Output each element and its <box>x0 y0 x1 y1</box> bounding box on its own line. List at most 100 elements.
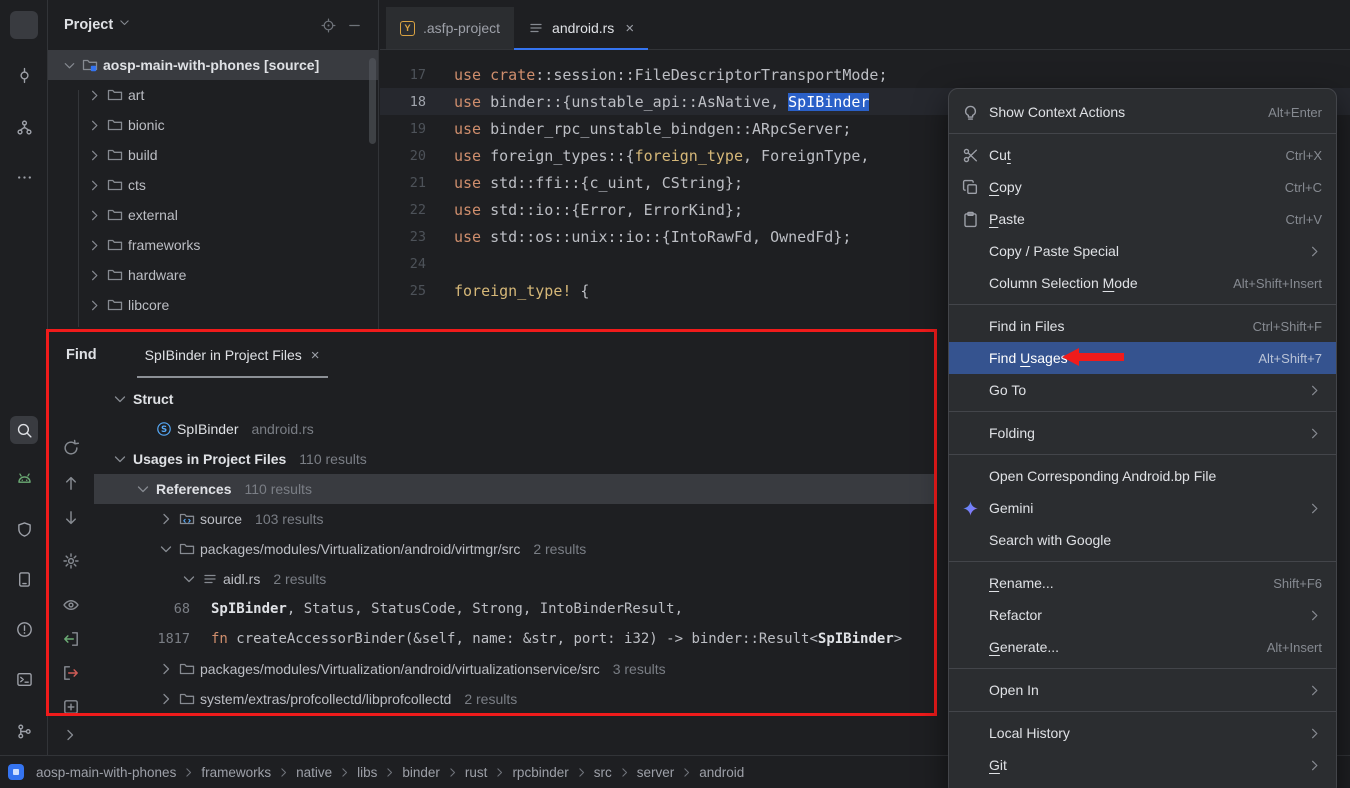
menu-item-gemini[interactable]: Gemini <box>949 492 1336 524</box>
settings-button[interactable] <box>62 552 80 570</box>
arrow-down-button[interactable] <box>62 509 80 527</box>
find-tree-item-packages-modules-virtualization-android-virtmgr-src[interactable]: packages/modules/Virtualization/android/… <box>94 534 937 564</box>
project-view-chevron[interactable] <box>118 16 131 34</box>
menu-item-rename[interactable]: Rename...Shift+F6 <box>949 567 1336 599</box>
terminal-button[interactable] <box>10 665 38 693</box>
menu-item-open-in[interactable]: Open In <box>949 674 1336 706</box>
code-line-17[interactable]: 17use crate::session::FileDescriptorTran… <box>380 61 1350 88</box>
result-count: 2 results <box>464 691 517 707</box>
project-button[interactable] <box>10 11 38 39</box>
breadcrumb-item-server[interactable]: server <box>637 765 675 780</box>
more-button[interactable] <box>10 163 38 191</box>
tree-toggle-icon[interactable] <box>135 481 151 497</box>
tab-close-button[interactable]: × <box>625 21 634 36</box>
tree-toggle-icon[interactable] <box>158 541 174 557</box>
hide-button[interactable] <box>342 13 366 37</box>
find-tree-item-spibinder[interactable]: SSpIBinderandroid.rs <box>94 414 937 444</box>
menu-item-search-with-google[interactable]: Search with Google <box>949 524 1336 556</box>
tree-toggle-icon[interactable] <box>158 691 174 707</box>
breadcrumb-item-libs[interactable]: libs <box>357 765 377 780</box>
find-tree-overflow-chevron[interactable] <box>62 727 78 743</box>
search-button[interactable] <box>10 416 38 444</box>
menu-item-open-corresponding-android-bp-file[interactable]: Open Corresponding Android.bp File <box>949 460 1336 492</box>
menu-item-find-usages[interactable]: Find UsagesAlt+Shift+7 <box>949 342 1336 374</box>
find-tree-item-system-extras-profcollectd-libprofcollectd[interactable]: system/extras/profcollectd/libprofcollec… <box>94 684 937 714</box>
project-tree-item-hardware[interactable]: hardware <box>48 260 378 290</box>
chevron-right-icon <box>62 727 78 743</box>
breadcrumb-item-frameworks[interactable]: frameworks <box>201 765 271 780</box>
project-tree-item-frameworks[interactable]: frameworks <box>48 230 378 260</box>
find-result-line-1817[interactable]: 1817fn createAccessorBinder(&self, name:… <box>94 624 937 654</box>
menu-item-column-selection-mode[interactable]: Column Selection ModeAlt+Shift+Insert <box>949 267 1336 299</box>
menu-item-copy-paste-special[interactable]: Copy / Paste Special <box>949 235 1336 267</box>
git-branch-button[interactable] <box>10 717 38 745</box>
find-tree-item-packages-modules-virtualization-android-virtualizationservice-src[interactable]: packages/modules/Virtualization/android/… <box>94 654 937 684</box>
structure-button[interactable] <box>10 113 38 141</box>
find-tree-item-references[interactable]: References110 results <box>94 474 937 504</box>
project-scrollbar[interactable] <box>369 58 376 144</box>
preview-icon <box>62 596 80 614</box>
result-line-number: 68 <box>94 601 190 617</box>
project-tree-item-aosp-main-with-phones-source[interactable]: aosp-main-with-phones [source] <box>48 50 378 80</box>
menu-item-copy[interactable]: CopyCtrl+C <box>949 171 1336 203</box>
breadcrumb-item-rust[interactable]: rust <box>465 765 488 780</box>
preview-button[interactable] <box>62 596 80 614</box>
device-manager-button[interactable] <box>10 565 38 593</box>
find-tree-item-source[interactable]: source103 results <box>94 504 937 534</box>
menu-item-refactor[interactable]: Refactor <box>949 599 1336 631</box>
menu-item-generate[interactable]: Generate...Alt+Insert <box>949 631 1336 663</box>
tree-toggle-icon[interactable] <box>112 451 128 467</box>
android-button[interactable] <box>10 464 38 492</box>
tree-toggle-icon[interactable] <box>158 511 174 527</box>
find-result-line-68[interactable]: 68SpIBinder, Status, StatusCode, Strong,… <box>94 594 937 624</box>
project-tree-item-build[interactable]: build <box>48 140 378 170</box>
project-tree-item-bionic[interactable]: bionic <box>48 110 378 140</box>
breadcrumb-item-src[interactable]: src <box>594 765 612 780</box>
breadcrumb-item-binder[interactable]: binder <box>402 765 440 780</box>
locate-file-button[interactable] <box>316 13 340 37</box>
shield-button[interactable] <box>10 515 38 543</box>
tree-item-label: hardware <box>128 267 186 283</box>
find-tool-window: Find SpIBinder in Project Files × Struct… <box>48 331 937 716</box>
menu-item-cut[interactable]: CutCtrl+X <box>949 139 1336 171</box>
project-header-actions <box>316 13 366 37</box>
breadcrumb-item-android[interactable]: android <box>699 765 744 780</box>
tab-close-button[interactable]: × <box>311 348 320 363</box>
find-tree-item-usages-in-project-files[interactable]: Usages in Project Files110 results <box>94 444 937 474</box>
tree-toggle-icon[interactable] <box>112 391 128 407</box>
menu-item-local-history[interactable]: Local History <box>949 717 1336 749</box>
menu-item-git[interactable]: Git <box>949 749 1336 781</box>
find-tree-item-struct[interactable]: Struct <box>94 384 937 414</box>
menu-item-show-context-actions[interactable]: Show Context ActionsAlt+Enter <box>949 96 1336 128</box>
breadcrumb-item-native[interactable]: native <box>296 765 332 780</box>
menu-item-paste[interactable]: PasteCtrl+V <box>949 203 1336 235</box>
menu-item-folding[interactable]: Folding <box>949 417 1336 449</box>
project-view-selector[interactable]: Project <box>64 17 113 33</box>
find-tree-item-aidl-rs[interactable]: aidl.rs2 results <box>94 564 937 594</box>
problems-button[interactable] <box>10 615 38 643</box>
arrow-up-button[interactable] <box>62 474 80 492</box>
menu-item-find-in-files[interactable]: Find in FilesCtrl+Shift+F <box>949 310 1336 342</box>
menu-item-go-to[interactable]: Go To <box>949 374 1336 406</box>
project-tree-item-external[interactable]: external <box>48 200 378 230</box>
project-tree-item-libcore[interactable]: libcore <box>48 290 378 320</box>
project-status-icon[interactable] <box>8 764 24 780</box>
editor-tab-asfp-project[interactable]: Y.asfp-project <box>386 7 514 49</box>
autoscroll-to-source-button[interactable] <box>62 630 80 648</box>
structure-icon <box>16 119 33 136</box>
line-number: 17 <box>380 67 454 83</box>
find-results-tab[interactable]: SpIBinder in Project Files × <box>137 332 328 378</box>
refresh-button[interactable] <box>62 439 80 457</box>
commit-button[interactable] <box>10 61 38 89</box>
menu-shortcut: Ctrl+V <box>1286 212 1322 227</box>
breadcrumb-item-aosp-main-with-phones[interactable]: aosp-main-with-phones <box>36 765 176 780</box>
open-in-new-tab-button[interactable] <box>62 698 80 716</box>
tree-toggle-icon[interactable] <box>158 661 174 677</box>
breadcrumb-item-rpcbinder[interactable]: rpcbinder <box>512 765 568 780</box>
tree-toggle-icon[interactable] <box>181 571 197 587</box>
folder-icon <box>107 177 123 193</box>
project-tree-item-art[interactable]: art <box>48 80 378 110</box>
editor-tab-android-rs[interactable]: android.rs× <box>514 7 648 49</box>
project-tree-item-cts[interactable]: cts <box>48 170 378 200</box>
autoscroll-from-source-button[interactable] <box>62 664 80 682</box>
